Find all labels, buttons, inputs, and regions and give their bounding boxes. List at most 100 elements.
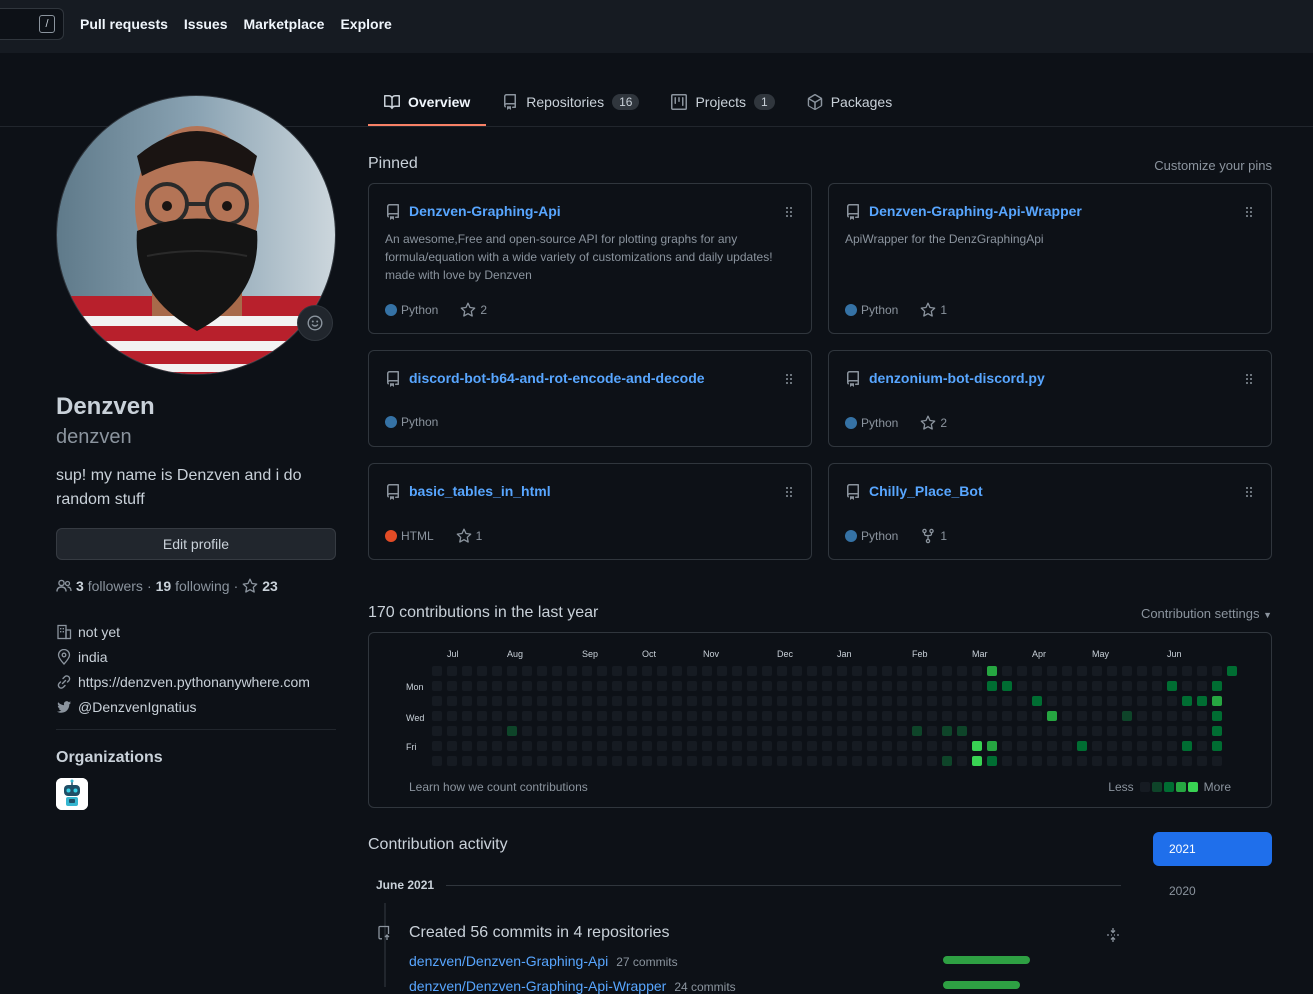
contribution-day-cell[interactable]: [957, 696, 967, 706]
contribution-day-cell[interactable]: [942, 666, 952, 676]
contribution-day-cell[interactable]: [492, 726, 502, 736]
contribution-day-cell[interactable]: [522, 696, 532, 706]
activity-repo-link[interactable]: denzven/Denzven-Graphing-Api: [409, 953, 608, 969]
contribution-day-cell[interactable]: [1002, 696, 1012, 706]
contribution-day-cell[interactable]: [522, 741, 532, 751]
contribution-day-cell[interactable]: [732, 726, 742, 736]
contribution-day-cell[interactable]: [957, 756, 967, 766]
contribution-day-cell[interactable]: [777, 666, 787, 676]
contribution-day-cell[interactable]: [1182, 681, 1192, 691]
contribution-day-cell[interactable]: [717, 741, 727, 751]
contribution-settings-dropdown[interactable]: Contribution settings ▼: [1141, 606, 1272, 621]
contribution-day-cell[interactable]: [432, 756, 442, 766]
contribution-day-cell[interactable]: [1017, 756, 1027, 766]
contribution-day-cell[interactable]: [1152, 681, 1162, 691]
nav-issues[interactable]: Issues: [184, 16, 228, 32]
drag-handle-icon[interactable]: [1245, 486, 1253, 498]
contribution-day-cell[interactable]: [912, 726, 922, 736]
contribution-day-cell[interactable]: [432, 696, 442, 706]
contribution-day-cell[interactable]: [942, 741, 952, 751]
drag-handle-icon[interactable]: [785, 373, 793, 385]
contribution-day-cell[interactable]: [837, 726, 847, 736]
contribution-day-cell[interactable]: [657, 696, 667, 706]
contribution-day-cell[interactable]: [492, 696, 502, 706]
contribution-day-cell[interactable]: [462, 666, 472, 676]
contribution-day-cell[interactable]: [897, 681, 907, 691]
contribution-day-cell[interactable]: [747, 741, 757, 751]
contribution-day-cell[interactable]: [792, 696, 802, 706]
activity-commit-count[interactable]: 24 commits: [674, 980, 735, 994]
contribution-day-cell[interactable]: [987, 696, 997, 706]
contribution-day-cell[interactable]: [1092, 726, 1102, 736]
contribution-day-cell[interactable]: [447, 726, 457, 736]
contribution-day-cell[interactable]: [447, 696, 457, 706]
contribution-day-cell[interactable]: [777, 756, 787, 766]
contribution-day-cell[interactable]: [762, 681, 772, 691]
contribution-day-cell[interactable]: [1107, 741, 1117, 751]
contribution-day-cell[interactable]: [1062, 726, 1072, 736]
contribution-day-cell[interactable]: [942, 711, 952, 721]
contribution-day-cell[interactable]: [807, 681, 817, 691]
contribution-day-cell[interactable]: [1152, 756, 1162, 766]
contribution-day-cell[interactable]: [1032, 666, 1042, 676]
contribution-day-cell[interactable]: [462, 741, 472, 751]
following-link[interactable]: 19 following: [156, 578, 230, 594]
contribution-day-cell[interactable]: [1167, 696, 1177, 706]
contribution-day-cell[interactable]: [447, 711, 457, 721]
contribution-day-cell[interactable]: [1122, 741, 1132, 751]
contribution-day-cell[interactable]: [552, 696, 562, 706]
contribution-day-cell[interactable]: [1212, 741, 1222, 751]
contribution-day-cell[interactable]: [1182, 711, 1192, 721]
contribution-day-cell[interactable]: [507, 681, 517, 691]
contribution-day-cell[interactable]: [597, 711, 607, 721]
contribution-day-cell[interactable]: [1047, 696, 1057, 706]
contribution-day-cell[interactable]: [792, 681, 802, 691]
contribution-day-cell[interactable]: [537, 696, 547, 706]
contribution-day-cell[interactable]: [672, 741, 682, 751]
contribution-day-cell[interactable]: [762, 696, 772, 706]
contribution-day-cell[interactable]: [792, 726, 802, 736]
contribution-day-cell[interactable]: [927, 696, 937, 706]
contribution-day-cell[interactable]: [1152, 741, 1162, 751]
contribution-day-cell[interactable]: [672, 726, 682, 736]
contribution-day-cell[interactable]: [1197, 711, 1207, 721]
contribution-day-cell[interactable]: [987, 681, 997, 691]
contribution-day-cell[interactable]: [762, 726, 772, 736]
contribution-day-cell[interactable]: [1167, 741, 1177, 751]
contribution-day-cell[interactable]: [732, 756, 742, 766]
contribution-day-cell[interactable]: [1197, 741, 1207, 751]
profile-avatar[interactable]: [56, 95, 336, 375]
contribution-day-cell[interactable]: [477, 681, 487, 691]
stars-link[interactable]: 23: [242, 578, 278, 594]
contribution-day-cell[interactable]: [957, 726, 967, 736]
contribution-day-cell[interactable]: [732, 711, 742, 721]
contribution-day-cell[interactable]: [507, 666, 517, 676]
contribution-day-cell[interactable]: [537, 741, 547, 751]
contribution-day-cell[interactable]: [597, 696, 607, 706]
contribution-day-cell[interactable]: [567, 756, 577, 766]
contribution-day-cell[interactable]: [807, 726, 817, 736]
contribution-day-cell[interactable]: [537, 711, 547, 721]
contribution-day-cell[interactable]: [432, 741, 442, 751]
contribution-day-cell[interactable]: [897, 711, 907, 721]
contribution-day-cell[interactable]: [492, 711, 502, 721]
pinned-repo-link[interactable]: Denzven-Graphing-Api-Wrapper: [869, 203, 1082, 219]
contribution-day-cell[interactable]: [1212, 696, 1222, 706]
contribution-day-cell[interactable]: [717, 666, 727, 676]
contribution-day-cell[interactable]: [1152, 696, 1162, 706]
contribution-day-cell[interactable]: [1017, 681, 1027, 691]
contribution-day-cell[interactable]: [432, 711, 442, 721]
contribution-day-cell[interactable]: [867, 696, 877, 706]
contribution-day-cell[interactable]: [1017, 696, 1027, 706]
contribution-day-cell[interactable]: [522, 726, 532, 736]
contribution-day-cell[interactable]: [1122, 726, 1132, 736]
nav-marketplace[interactable]: Marketplace: [244, 16, 325, 32]
contribution-day-cell[interactable]: [1212, 711, 1222, 721]
contribution-day-cell[interactable]: [897, 741, 907, 751]
contribution-day-cell[interactable]: [972, 741, 982, 751]
contribution-day-cell[interactable]: [852, 681, 862, 691]
contribution-day-cell[interactable]: [702, 696, 712, 706]
contribution-day-cell[interactable]: [1122, 681, 1132, 691]
contribution-day-cell[interactable]: [1047, 666, 1057, 676]
contribution-day-cell[interactable]: [657, 711, 667, 721]
